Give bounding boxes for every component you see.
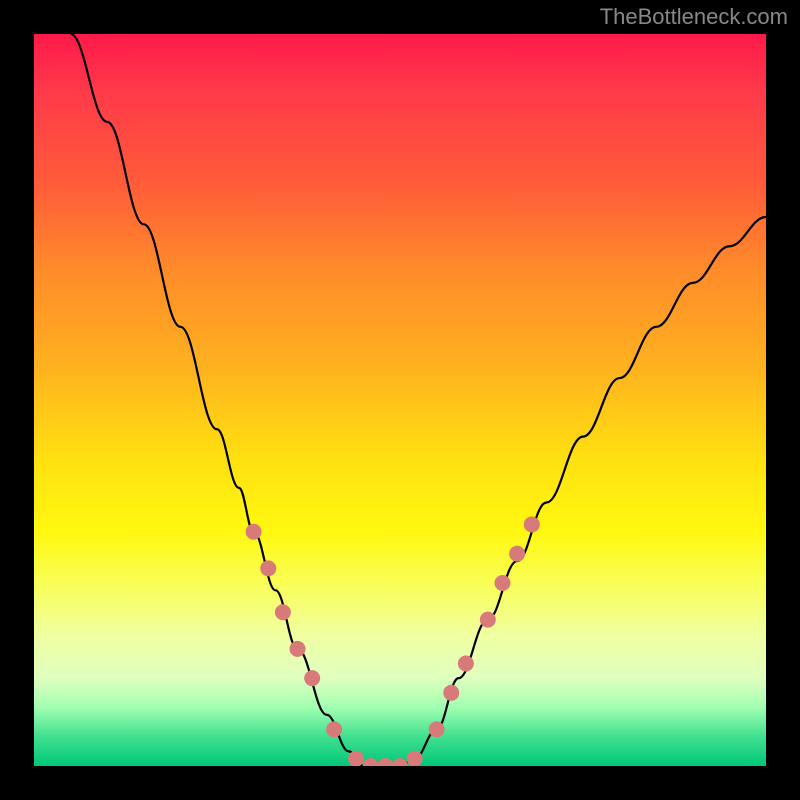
highlight-dot — [392, 758, 408, 766]
highlight-dot — [260, 560, 276, 576]
chart-svg — [34, 34, 766, 766]
highlight-dot — [290, 641, 306, 657]
highlight-dots-group — [246, 516, 540, 766]
highlight-dot — [458, 656, 474, 672]
highlight-dot — [275, 604, 291, 620]
highlight-dot — [407, 751, 423, 766]
bottleneck-curve — [71, 34, 766, 766]
highlight-dot — [326, 721, 342, 737]
highlight-dot — [443, 685, 459, 701]
highlight-dot — [348, 751, 364, 766]
highlight-dot — [377, 758, 393, 766]
highlight-dot — [480, 612, 496, 628]
highlight-dot — [429, 721, 445, 737]
highlight-dot — [509, 546, 525, 562]
highlight-dot — [304, 670, 320, 686]
watermark-text: TheBottleneck.com — [600, 4, 788, 30]
highlight-dot — [246, 524, 262, 540]
highlight-dot — [494, 575, 510, 591]
highlight-dot — [363, 758, 379, 766]
highlight-dot — [524, 516, 540, 532]
plot-area — [34, 34, 766, 766]
